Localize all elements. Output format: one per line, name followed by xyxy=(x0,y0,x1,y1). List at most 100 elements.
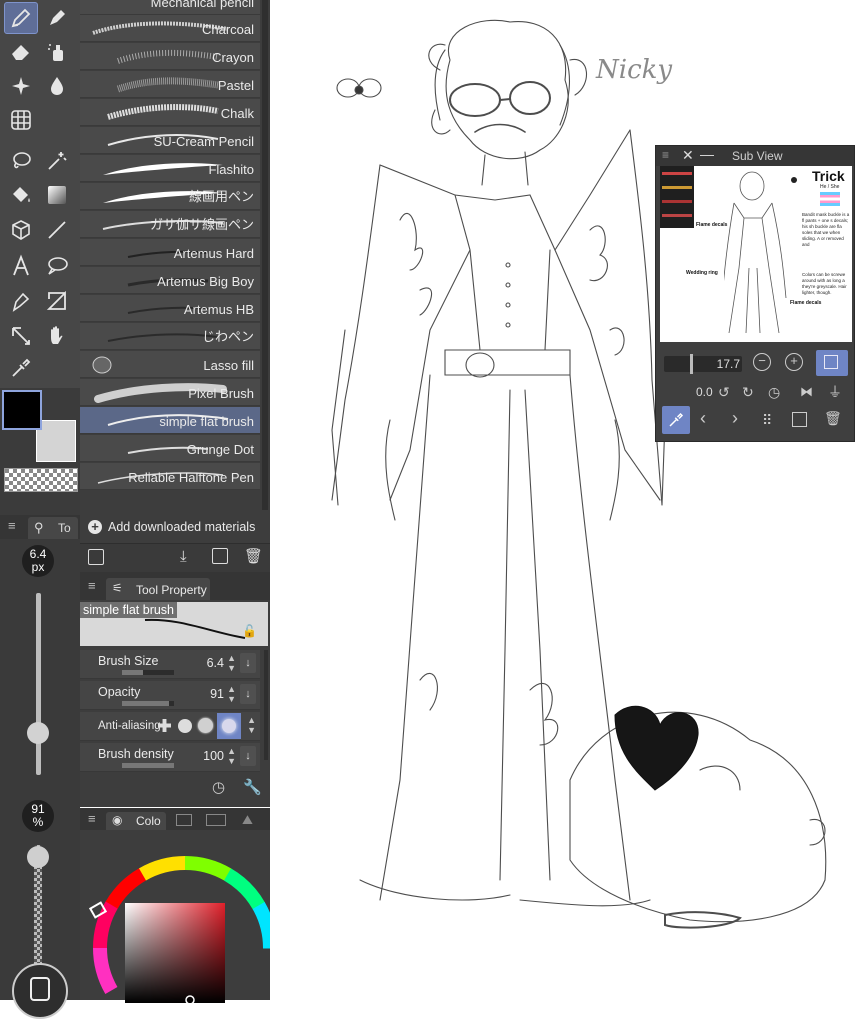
decoration-icon[interactable] xyxy=(4,70,38,102)
lock-icon[interactable]: 🔓 xyxy=(242,624,257,638)
brush-size-row[interactable]: Brush Size 6.4 ▲ ▼ ↓ xyxy=(80,650,260,679)
frame-icon[interactable] xyxy=(40,285,74,317)
minimize-icon[interactable]: — xyxy=(700,146,714,162)
brush-item[interactable]: Artemus Hard xyxy=(80,239,260,266)
brush-item[interactable]: ガサ伽サ線画ペン xyxy=(80,211,260,238)
aa-medium-icon[interactable] xyxy=(198,718,213,733)
brush-item[interactable]: Artemus HB xyxy=(80,295,260,322)
modifier-key-icon[interactable] xyxy=(12,963,68,1019)
duplicate-icon[interactable] xyxy=(212,548,228,564)
tab-approximate-color-icon[interactable]: ⛰ xyxy=(242,812,253,828)
trash-icon[interactable]: 🗑 xyxy=(244,547,263,565)
zoom-out-icon[interactable]: − xyxy=(753,353,771,371)
opacity-row[interactable]: Opacity 91 ▲ ▼ ↓ xyxy=(80,681,260,710)
opacity-slider-knob[interactable] xyxy=(27,846,49,869)
close-icon[interactable]: ✕ xyxy=(682,147,694,164)
rotate-left-icon[interactable]: ↺ xyxy=(718,384,730,401)
fit-view-icon[interactable] xyxy=(816,350,848,376)
download-icon[interactable]: ↓ xyxy=(240,746,256,766)
sub-color-swatch[interactable] xyxy=(36,420,76,462)
tab-intermediate-color-icon[interactable] xyxy=(206,814,226,826)
reset-rotation-icon[interactable]: ◷ xyxy=(768,384,780,401)
eyedropper-icon[interactable] xyxy=(662,406,690,434)
brush-item[interactable]: じわペン xyxy=(80,323,260,350)
flip-horizontal-icon[interactable]: ⧓ xyxy=(800,384,813,400)
tab-color-wheel[interactable]: ◉ Colo xyxy=(106,812,166,830)
brush-item[interactable]: Lasso fill xyxy=(80,351,260,378)
wrench-icon[interactable]: 🔧 xyxy=(243,778,262,796)
menu-icon[interactable]: ≡ xyxy=(88,811,96,826)
3d-cube-icon[interactable] xyxy=(4,214,38,246)
fill-icon[interactable] xyxy=(4,179,38,211)
brush-item[interactable]: Artemus Big Boy xyxy=(80,267,260,294)
tab-color-set-icon[interactable] xyxy=(176,814,192,826)
brush-size-slider-knob[interactable] xyxy=(27,722,49,745)
line-icon[interactable] xyxy=(40,214,74,246)
tab-tool-property[interactable]: ⚟ Tool Property xyxy=(106,578,210,600)
stepper-icon[interactable]: ▲ ▼ xyxy=(227,746,236,766)
delete-image-icon[interactable]: 🗑 xyxy=(824,410,842,427)
brush-size-slider[interactable] xyxy=(36,593,41,775)
balloon-icon[interactable] xyxy=(40,250,74,282)
previous-image-icon[interactable]: ‹ xyxy=(700,408,706,429)
blend-icon[interactable] xyxy=(40,70,74,102)
magic-wand-icon[interactable] xyxy=(40,145,74,177)
sub-tool-settings-icon[interactable] xyxy=(88,549,104,565)
download-icon[interactable]: ↓ xyxy=(240,684,256,704)
hand-icon[interactable] xyxy=(40,320,74,352)
rotate-right-icon[interactable]: ↻ xyxy=(742,384,754,401)
sub-view-reference-image[interactable]: Trick He / She Flame decals Wedding ring… xyxy=(660,166,852,342)
stepper-icon[interactable]: ▲ ▼ xyxy=(227,684,236,704)
brush-list-scrollbar[interactable] xyxy=(262,0,268,510)
brush-item[interactable]: Chalk xyxy=(80,99,260,126)
brush-item[interactable]: SU-Cream Pencil xyxy=(80,127,260,154)
add-materials-button[interactable]: + Add downloaded materials xyxy=(80,515,270,543)
brush-density-bar[interactable] xyxy=(122,763,174,768)
opacity-bar[interactable] xyxy=(122,701,174,706)
pen-icon[interactable] xyxy=(4,2,38,34)
menu-icon[interactable]: ≡ xyxy=(88,578,96,593)
brush-item[interactable]: 線画用ペン xyxy=(80,183,260,210)
grid-icon[interactable] xyxy=(4,104,38,136)
brush-density-row[interactable]: Brush density 100 ▲ ▼ ↓ xyxy=(80,743,260,772)
main-color-swatch[interactable] xyxy=(2,390,42,430)
marker-icon[interactable] xyxy=(40,2,74,34)
next-image-icon[interactable]: › xyxy=(732,408,738,429)
brush-item[interactable]: Mechanical pencil xyxy=(80,0,260,15)
brush-size-bar[interactable] xyxy=(122,670,174,675)
color-wheel[interactable] xyxy=(80,848,270,1008)
transparent-color-swatch[interactable] xyxy=(4,468,78,492)
brush-item-selected[interactable]: simple flat brush xyxy=(80,407,260,434)
airbrush-icon[interactable] xyxy=(40,36,74,68)
import-image-icon[interactable] xyxy=(792,412,807,427)
reset-clock-icon[interactable]: ◷ xyxy=(212,778,225,796)
text-icon[interactable] xyxy=(4,250,38,282)
anti-aliasing-row[interactable]: Anti-aliasing ▲ ▼ xyxy=(80,712,260,741)
gradient-icon[interactable] xyxy=(40,179,74,211)
brush-item[interactable]: Grunge Dot xyxy=(80,435,260,462)
stepper-icon[interactable]: ▲ ▼ xyxy=(247,715,256,735)
zoom-slider-handle[interactable] xyxy=(690,354,693,374)
zoom-in-icon[interactable]: + xyxy=(785,353,803,371)
brush-item[interactable]: Crayon xyxy=(80,43,260,70)
brush-item[interactable]: Flashito xyxy=(80,155,260,182)
menu-icon[interactable]: ≡ xyxy=(8,518,16,533)
move-icon[interactable] xyxy=(4,320,38,352)
brush-item[interactable]: Pixel Brush xyxy=(80,379,260,406)
brush-item[interactable]: Charcoal xyxy=(80,15,260,42)
brush-item[interactable]: Pastel xyxy=(80,71,260,98)
aa-strong-icon[interactable] xyxy=(217,713,241,739)
stepper-icon[interactable]: ▲ ▼ xyxy=(227,653,236,673)
zoom-slider[interactable]: 17.7 xyxy=(664,354,742,374)
menu-icon[interactable]: ≡ xyxy=(662,148,669,162)
eyedropper-icon[interactable] xyxy=(4,352,38,384)
brush-item[interactable]: Reliable Halftone Pen xyxy=(80,463,260,490)
import-icon[interactable]: ⤓ xyxy=(180,548,187,565)
tool-property-scrollbar[interactable] xyxy=(264,650,268,760)
grid-menu-icon[interactable]: ⠿ xyxy=(762,412,772,429)
lasso-icon[interactable] xyxy=(4,145,38,177)
eraser-icon[interactable] xyxy=(4,36,38,68)
flip-vertical-icon[interactable]: ⏚ xyxy=(828,382,842,402)
side-tab[interactable]: ⚲ To xyxy=(28,517,78,539)
aa-weak-icon[interactable] xyxy=(178,719,192,733)
